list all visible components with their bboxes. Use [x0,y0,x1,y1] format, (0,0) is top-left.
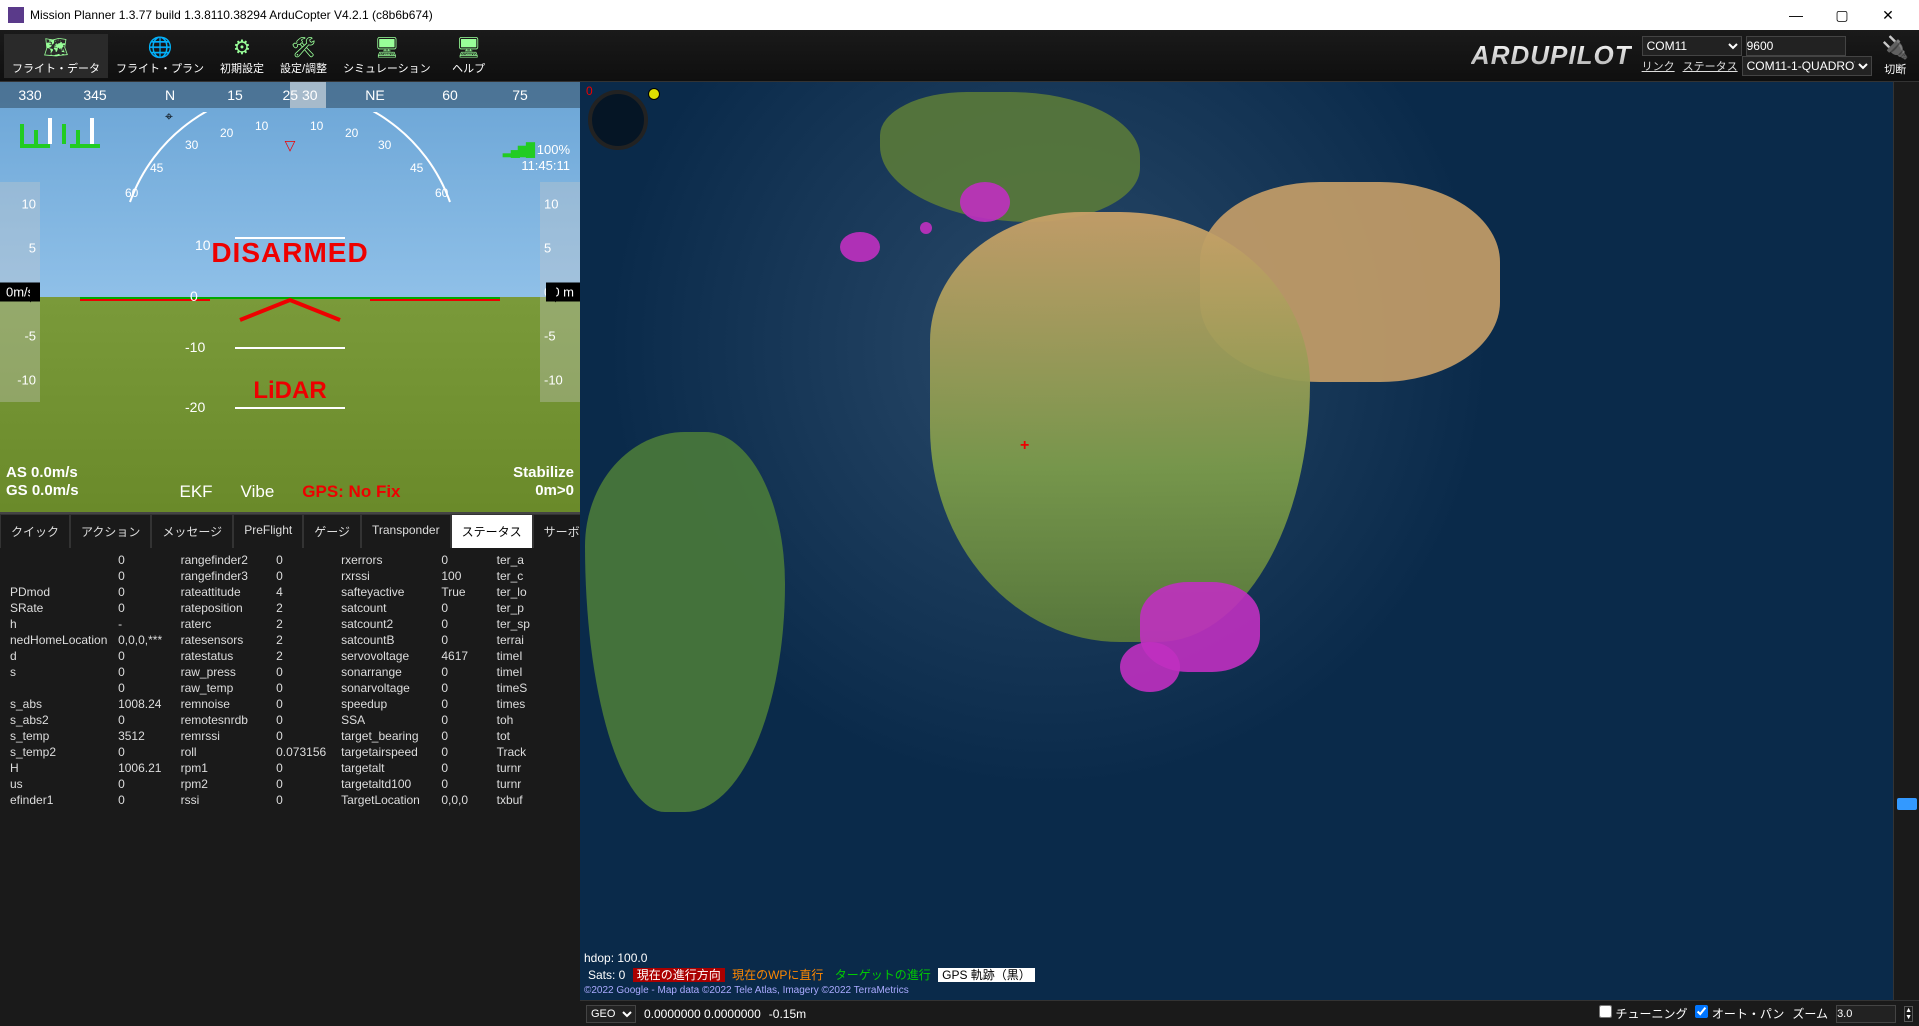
battery-bars [20,114,94,144]
com-port-select[interactable]: COM11 [1642,36,1742,56]
device-select[interactable]: COM11-1-QUADROTOR [1742,56,1872,76]
status-table[interactable]: 0rangefinder20rxerrors0ter_a0rangefinder… [0,548,580,1026]
compass-tick: 60 [442,87,458,103]
home-marker-icon: + [1020,437,1029,455]
autopan-checkbox[interactable]: オート・パン [1695,1005,1784,1022]
zoom-slider[interactable] [1893,82,1919,1000]
map-top-label: 0 [586,84,593,98]
drone-marker-icon [648,88,660,100]
roll-pointer-icon: ▽ [285,137,296,154]
zoom-input[interactable] [1836,1005,1896,1023]
toolbar-icon: 🖥 [374,36,399,60]
toolbar-btn-0[interactable]: 🗺フライト・データ [4,34,108,78]
toolbar-icon: 🖥 [456,36,481,60]
status-row: s0raw_press0sonarrange0timeI [6,664,574,680]
status-row: s_abs1008.24remnoise0speedup0times [6,696,574,712]
signal-indicator: ▂▄▆█ 100% 11:45:11 [503,142,570,173]
status-row: us0rpm20targetaltd1000turnr [6,776,574,792]
toolbar-btn-3[interactable]: 🛠設定/調整 [272,34,335,78]
status-row: SRate0rateposition2satcount0ter_p [6,600,574,616]
toolbar-btn-4[interactable]: 🖥シミュレーション [335,34,439,78]
plug-icon: 🔌 [1882,35,1909,61]
tab-サーボ[interactable]: サーボ [533,514,580,548]
main-toolbar: 🗺フライト・データ🌐フライト・プラン⚙初期設定🛠設定/調整🖥シミュレーション🖥ヘ… [0,30,1919,82]
compass-tick: 345 [83,87,106,103]
status-row: s_temp20roll0.073156targetairspeed0Track [6,744,574,760]
toolbar-btn-1[interactable]: 🌐フライト・プラン [108,34,212,78]
compass-tick: NE [365,87,384,103]
tuning-checkbox[interactable]: チューニング [1599,1005,1687,1022]
status-row: s_temp3512remrssi0target_bearing0tot [6,728,574,744]
hud-panel: 330345N1525 30NE6075 ⌖ 60 45 30 20 10 10… [0,82,580,512]
coords-readout: 0.0000000 0.0000000 [644,1007,761,1021]
alt-readout: -0.15m [769,1007,806,1021]
armed-status: DISARMED [211,237,368,269]
status-row: efinder10rssi0TargetLocation0,0,0txbuf [6,792,574,808]
toolbar-icon: 🛠 [291,36,316,60]
status-row: H1006.21rpm10targetalt0turnr [6,760,574,776]
info-panel: クイックアクションメッセージPreFlightゲージTransponderステー… [0,512,580,1026]
app-icon [8,7,24,23]
map-panel[interactable]: + 0 hdop: 100.0 Sats: 0 現在の進行方向 現在のWPに直行… [580,82,1919,1026]
vibe-indicator[interactable]: Vibe [241,482,275,502]
titlebar: Mission Planner 1.3.77 build 1.3.8110.38… [0,0,1919,30]
gps-status: GPS: No Fix [302,482,400,502]
status-row: PDmod0rateattitude4safteyactiveTrueter_l… [6,584,574,600]
zoom-stepper[interactable]: ▲▼ [1904,1006,1913,1022]
tab-メッセージ[interactable]: メッセージ [151,514,233,548]
status-row: 0raw_temp0sonarvoltage0timeS [6,680,574,696]
tab-ステータス[interactable]: ステータス [451,514,533,548]
minimize-button[interactable]: — [1773,0,1819,30]
tab-クイック[interactable]: クイック [0,514,70,548]
airspeed-value: 0m/s [0,283,40,302]
compass-tick: 330 [18,87,41,103]
status-row: 0rangefinder30rxrssi100ter_c [6,568,574,584]
maximize-button[interactable]: ▢ [1819,0,1865,30]
status-row: d0ratestatus2servovoltage4617timeI [6,648,574,664]
aircraft-symbol [230,295,350,325]
altitude-value: 0 m [546,283,580,302]
link-link[interactable]: リンク [1642,58,1675,74]
ardupilot-logo: ARDUPILOT [1471,40,1632,71]
tab-row: クイックアクションメッセージPreFlightゲージTransponderステー… [0,514,580,548]
hud-speeds: AS 0.0m/sGS 0.0m/s [6,464,79,500]
heading-rose [588,90,648,150]
window-title: Mission Planner 1.3.77 build 1.3.8110.38… [30,8,433,22]
map-statusbar: GEO 0.0000000 0.0000000 -0.15m チューニング オー… [580,1000,1919,1026]
airspeed-tape: 10 5 0 -5 -10 0m/s [0,182,40,402]
compass-tick: N [165,87,175,103]
toolbar-icon: 🌐 [148,36,173,60]
tab-アクション[interactable]: アクション [70,514,151,548]
lidar-label: LiDAR [253,377,326,405]
status-link[interactable]: ステータス [1683,58,1738,74]
compass-tick: 75 [512,87,528,103]
toolbar-icon: ⚙ [233,36,251,60]
disconnect-button[interactable]: 🔌 切断 [1882,35,1909,77]
map-legend: hdop: 100.0 Sats: 0 現在の進行方向 現在のWPに直行 ターゲ… [584,950,1915,998]
status-row: nedHomeLocation0,0,0,***ratesensors2satc… [6,632,574,648]
hud-mode: Stabilize0m>0 [513,464,574,500]
ekf-indicator[interactable]: EKF [179,482,212,502]
status-row: 0rangefinder20rxerrors0ter_a [6,552,574,568]
close-button[interactable]: ✕ [1865,0,1911,30]
tab-PreFlight[interactable]: PreFlight [233,514,303,548]
compass-tick: 15 [227,87,243,103]
tab-ゲージ[interactable]: ゲージ [303,514,361,548]
toolbar-icon: 🗺 [43,36,68,60]
signal-bars-icon: ▂▄▆█ [503,142,533,157]
toolbar-btn-5[interactable]: 🖥ヘルプ [439,34,499,78]
map-provider-select[interactable]: GEO [586,1005,636,1023]
toolbar-btn-2[interactable]: ⚙初期設定 [212,34,272,78]
status-row: s_abs20remotesnrdb0SSA0toh [6,712,574,728]
status-row: h-raterc2satcount20ter_sp [6,616,574,632]
tab-Transponder[interactable]: Transponder [361,514,451,548]
baud-input[interactable] [1746,36,1846,56]
altitude-tape: 10 5 0 -5 -10 0 m [540,182,580,402]
